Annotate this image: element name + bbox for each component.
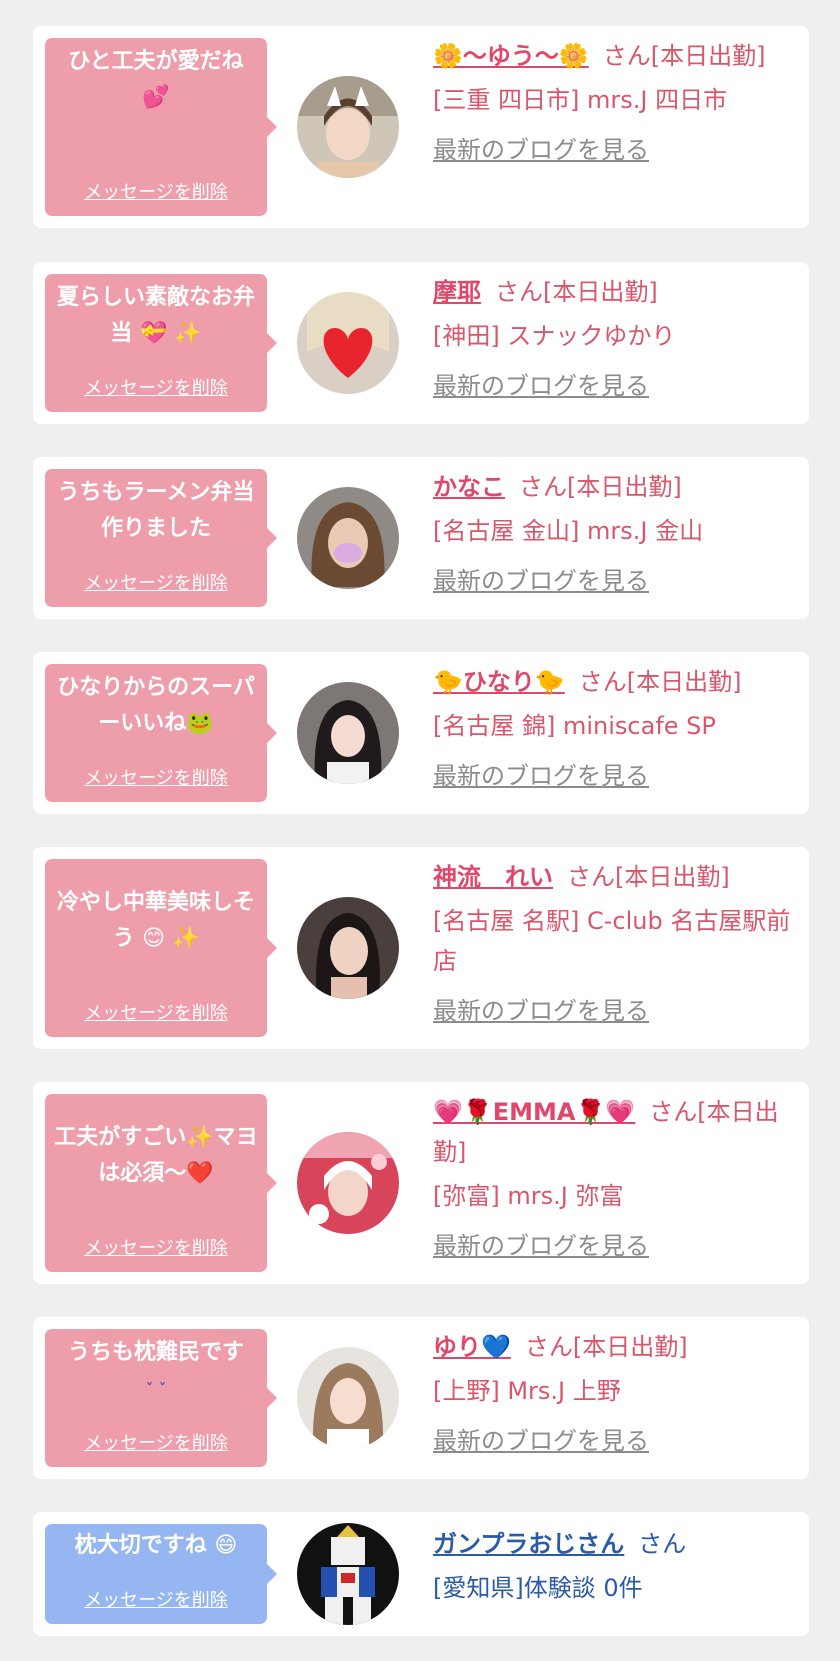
user-status: さん[本日出勤]: [567, 863, 730, 891]
message-bubble: ひと工夫が愛だね 💕 メッセージを削除: [45, 38, 277, 216]
user-status: さん: [638, 1530, 687, 1558]
shop-name: [上野] Mrs.J 上野: [433, 1377, 621, 1405]
user-name-link[interactable]: かなこ: [433, 473, 505, 501]
avatar[interactable]: [297, 682, 399, 784]
message-card: うちもラーメン弁当作りました メッセージを削除 かなこ さん[本日出勤] [名古屋…: [33, 457, 809, 619]
user-status: さん[本日出勤]: [602, 42, 766, 70]
delete-message-link[interactable]: メッセージを削除: [45, 1429, 267, 1455]
heart-emoji: ❤️: [186, 1161, 214, 1186]
crying-face-emoji: ˇ ˇ: [145, 1380, 167, 1399]
message-card: 冷やし中華美味しそう 😊 ✨ メッセージを削除 神流 れい さん[本日出勤] [名…: [33, 847, 809, 1049]
delete-message-link[interactable]: メッセージを削除: [45, 1586, 267, 1612]
hearts-emoji: 💕: [142, 85, 170, 110]
message-bubble: ひなりからのスーパーいいね🐸 メッセージを削除: [45, 664, 277, 802]
message-text: 枕大切ですね 😄: [74, 1533, 238, 1558]
message-card: 工夫がすごい✨マヨは必須〜❤️ メッセージを削除 💗🌹EMMA🌹💗 さん[本日出勤…: [33, 1082, 809, 1284]
user-info: 🐤ひなり🐤 さん[本日出勤] [名古屋 錦] miniscafe SP 最新のブロ…: [433, 662, 793, 796]
message-text: うちも枕難民です ˇ ˇ: [67, 1340, 244, 1399]
avatar[interactable]: [297, 76, 399, 178]
user-info: ゆり💙 さん[本日出勤] [上野] Mrs.J 上野 最新のブログを見る: [433, 1327, 793, 1461]
message-text: 夏らしい素敵なお弁当 💝 ✨: [56, 285, 255, 346]
shop-name: [愛知県]体験談 0件: [433, 1574, 643, 1602]
delete-message-link[interactable]: メッセージを削除: [45, 374, 267, 400]
delete-message-link[interactable]: メッセージを削除: [45, 1234, 267, 1260]
frog-emoji: 🐸: [186, 711, 214, 736]
message-bubble: 工夫がすごい✨マヨは必須〜❤️ メッセージを削除: [45, 1094, 277, 1272]
user-status: さん[本日出勤]: [495, 278, 658, 306]
message-card: ひなりからのスーパーいいね🐸 メッセージを削除 🐤ひなり🐤 さん[本日出勤] [名…: [33, 652, 809, 814]
user-info: 🌼〜ゆう〜🌼 さん[本日出勤] [三重 四日市] mrs.J 四日市 最新のブログ…: [433, 36, 793, 170]
shop-name: [名古屋 錦] miniscafe SP: [433, 712, 716, 740]
message-card: うちも枕難民です ˇ ˇ メッセージを削除 ゆり💙 さん[本日出勤] [上野] Mr…: [33, 1317, 809, 1479]
laughing-emoji: 😄: [214, 1533, 238, 1558]
user-status: さん[本日出勤]: [524, 1333, 688, 1361]
latest-blog-link[interactable]: 最新のブログを見る: [433, 561, 793, 601]
shop-name: [弥富] mrs.J 弥富: [433, 1182, 624, 1210]
avatar[interactable]: [297, 1132, 399, 1234]
delete-message-link[interactable]: メッセージを削除: [45, 569, 267, 595]
user-info: 摩耶 さん[本日出勤] [神田] スナックゆかり 最新のブログを見る: [433, 272, 793, 406]
message-text: 冷やし中華美味しそう 😊 ✨: [56, 890, 255, 951]
shop-name: [神田] スナックゆかり: [433, 322, 676, 350]
user-info: 神流 れい さん[本日出勤] [名古屋 名駅] C-club 名古屋駅前店 最新の…: [433, 857, 793, 1031]
message-bubble: 冷やし中華美味しそう 😊 ✨ メッセージを削除: [45, 859, 277, 1037]
message-text: うちもラーメン弁当作りました: [57, 480, 255, 541]
avatar[interactable]: [297, 1347, 399, 1449]
message-text: ひなりからのスーパーいいね🐸: [57, 675, 255, 736]
sparkle-heart-emoji: 💝 ✨: [139, 321, 202, 346]
message-text: ひと工夫が愛だね 💕: [68, 49, 244, 110]
shop-name: [名古屋 金山] mrs.J 金山: [433, 517, 704, 545]
latest-blog-link[interactable]: 最新のブログを見る: [433, 756, 793, 796]
delete-message-link[interactable]: メッセージを削除: [45, 764, 267, 790]
latest-blog-link[interactable]: 最新のブログを見る: [433, 130, 793, 170]
message-card: 夏らしい素敵なお弁当 💝 ✨ メッセージを削除 摩耶 さん[本日出勤] [神田] …: [33, 262, 809, 424]
user-info: ガンプラおじさん さん [愛知県]体験談 0件: [433, 1524, 793, 1608]
message-list: ひと工夫が愛だね 💕 メッセージを削除 🌼〜ゆう〜🌼 さん[本日出勤] [三重 四日…: [0, 0, 840, 1661]
avatar[interactable]: [297, 897, 399, 999]
smile-sparkle-emoji: 😊 ✨: [142, 926, 200, 951]
user-name-link[interactable]: 🐤ひなり🐤: [433, 668, 565, 696]
user-name-link[interactable]: ゆり💙: [433, 1333, 511, 1361]
user-status: さん[本日出勤]: [519, 473, 682, 501]
latest-blog-link[interactable]: 最新のブログを見る: [433, 1421, 793, 1461]
message-bubble: うちもラーメン弁当作りました メッセージを削除: [45, 469, 277, 607]
message-text: 工夫がすごい✨マヨは必須〜❤️: [54, 1125, 258, 1186]
latest-blog-link[interactable]: 最新のブログを見る: [433, 991, 793, 1031]
message-bubble: 枕大切ですね 😄 メッセージを削除: [45, 1524, 277, 1624]
message-card: 枕大切ですね 😄 メッセージを削除 ガンプラおじさん さん [愛知県]体験談 0件: [33, 1512, 809, 1636]
user-info: かなこ さん[本日出勤] [名古屋 金山] mrs.J 金山 最新のブログを見る: [433, 467, 793, 601]
avatar[interactable]: [297, 487, 399, 589]
shop-name: [三重 四日市] mrs.J 四日市: [433, 86, 728, 114]
user-info: 💗🌹EMMA🌹💗 さん[本日出勤] [弥富] mrs.J 弥富 最新のブログを見る: [433, 1092, 793, 1266]
delete-message-link[interactable]: メッセージを削除: [45, 999, 267, 1025]
user-name-link[interactable]: 💗🌹EMMA🌹💗: [433, 1098, 635, 1126]
latest-blog-link[interactable]: 最新のブログを見る: [433, 1226, 793, 1266]
message-bubble: 夏らしい素敵なお弁当 💝 ✨ メッセージを削除: [45, 274, 277, 412]
message-bubble: うちも枕難民です ˇ ˇ メッセージを削除: [45, 1329, 277, 1467]
avatar[interactable]: [297, 1523, 399, 1625]
delete-message-link[interactable]: メッセージを削除: [45, 178, 267, 204]
shop-name: [名古屋 名駅] C-club 名古屋駅前店: [433, 907, 791, 975]
message-card: ひと工夫が愛だね 💕 メッセージを削除 🌼〜ゆう〜🌼 さん[本日出勤] [三重 四日…: [33, 26, 809, 228]
user-name-link[interactable]: ガンプラおじさん: [433, 1530, 624, 1558]
latest-blog-link[interactable]: 最新のブログを見る: [433, 366, 793, 406]
user-status: さん[本日出勤]: [578, 668, 742, 696]
user-name-link[interactable]: 🌼〜ゆう〜🌼: [433, 42, 589, 70]
user-name-link[interactable]: 摩耶: [433, 278, 481, 306]
avatar[interactable]: [297, 292, 399, 394]
user-name-link[interactable]: 神流 れい: [433, 863, 553, 891]
